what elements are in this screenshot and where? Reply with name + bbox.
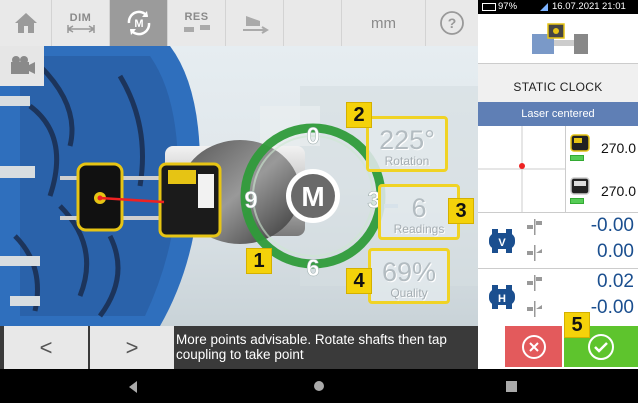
sensor-angle-row-top: 270.0 (566, 126, 638, 169)
status-date: 16.07.2021 (552, 1, 600, 12)
callout-badge-1: 1 (246, 248, 272, 274)
dimension-arrows-icon (66, 24, 95, 33)
back-icon[interactable] (126, 380, 140, 394)
sensor-angle-bottom: 270.0 (600, 182, 636, 199)
svg-text:H: H (498, 293, 506, 305)
move-machine-icon (242, 16, 269, 34)
help-icon: ? (440, 11, 464, 35)
device-status-bar: 97% 16.07.2021 21:01 (478, 0, 638, 14)
vertical-angularity-value: 0.00 (597, 241, 634, 262)
laser-status-label: Laser centered (478, 102, 638, 126)
horizontal-coupling-icon: H (489, 285, 515, 309)
next-button[interactable]: > (90, 326, 174, 369)
quality-box: 69% Quality (368, 248, 450, 304)
callout-badge-3: 3 (448, 198, 474, 224)
quality-label: Quality (390, 286, 428, 300)
callout-badge-2: 2 (346, 102, 372, 128)
rotation-value: 225° (379, 125, 435, 155)
readings-label: Readings (393, 222, 445, 236)
home-circle-icon[interactable] (313, 380, 325, 392)
cancel-button[interactable] (505, 326, 562, 367)
readings-value: 6 (411, 193, 427, 223)
status-message: More points advisable. Rotate shafts the… (176, 332, 447, 362)
previous-button[interactable]: < (4, 326, 88, 369)
status-time: 21:01 (602, 1, 626, 12)
clock-label-left: 9 (244, 187, 257, 214)
home-button[interactable] (0, 0, 52, 46)
signal-icon (540, 3, 548, 11)
machine-thumbnail[interactable] (478, 14, 638, 64)
horizontal-offset-value: 0.02 (597, 271, 634, 292)
measurement-mode-label: STATIC CLOCK (478, 64, 638, 102)
measurement-scene: 0 9 3 6 M 225° Rotation 6 Readings 69% Q… (0, 46, 478, 326)
units-button[interactable]: mm (342, 0, 426, 46)
laser-target-display (478, 126, 566, 212)
android-navigation-bar (0, 369, 638, 403)
results-label: RES (184, 10, 209, 23)
transducer-battery-icon (570, 198, 584, 204)
check-circle-icon (588, 333, 614, 360)
right-panel: 97% 16.07.2021 21:01 STATIC CLOCK Laser … (478, 0, 638, 369)
top-toolbar: DIM M RES mm ? (0, 0, 478, 46)
sensor-angle-top: 270.0 (600, 139, 636, 156)
battery-icon (482, 3, 496, 11)
battery-level: 97% (498, 1, 518, 12)
clock-label-bottom: 6 (306, 255, 319, 282)
laser-target-icon (478, 126, 566, 212)
offset-icon (527, 219, 542, 235)
app-window: DIM M RES mm ? 0 9 3 6 M 225° Rotation 6… (0, 0, 638, 403)
horizontal-angularity-value: -0.00 (590, 297, 634, 318)
callout-badge-5: 5 (564, 312, 590, 338)
angularity-icon (527, 301, 542, 317)
clock-label-top: 0 (306, 123, 319, 150)
sensor-battery-icon (570, 155, 584, 161)
angularity-icon (527, 245, 542, 261)
offset-icon (527, 275, 542, 291)
units-label: mm (371, 14, 396, 32)
home-icon (14, 13, 37, 33)
chevron-left-icon: < (39, 334, 53, 360)
svg-text:?: ? (448, 15, 457, 31)
sensor-icon (570, 134, 590, 152)
measure-rotation-icon: M (127, 10, 150, 36)
vertical-coupling-icon: V (489, 229, 515, 253)
rotation-box: 225° Rotation (366, 116, 448, 172)
results-button[interactable]: RES (168, 0, 226, 46)
camera-view-button[interactable] (0, 46, 44, 86)
callout-badge-4: 4 (346, 268, 372, 294)
measure-button[interactable]: M (110, 0, 168, 46)
center-logo-text: M (301, 181, 324, 212)
quality-value: 69% (381, 257, 437, 287)
dimensions-button[interactable]: DIM (52, 0, 110, 46)
horizontal-results-row[interactable]: H 0.02 -0.00 (478, 268, 638, 324)
move-button[interactable] (226, 0, 284, 46)
rotation-label: Rotation (384, 154, 430, 168)
vertical-offset-value: -0.00 (590, 215, 634, 236)
svg-text:M: M (134, 18, 143, 30)
chevron-right-icon: > (125, 334, 139, 360)
help-button[interactable]: ? (426, 0, 478, 46)
camera-icon (11, 56, 35, 74)
vertical-results-row[interactable]: V -0.00 0.00 (478, 212, 638, 268)
sensor-angle-row-bottom: 270.0 (566, 169, 638, 212)
results-coupling-icon (183, 24, 210, 32)
dimensions-label: DIM (69, 11, 92, 24)
action-buttons: 5 (478, 312, 638, 369)
machine-train-icon (532, 23, 588, 54)
transducer-icon (570, 177, 590, 195)
svg-text:V: V (498, 237, 506, 249)
close-circle-icon (521, 334, 546, 359)
recents-icon[interactable] (506, 381, 517, 392)
toolbar-empty-slot (284, 0, 342, 46)
bottom-message-bar: < > More points advisable. Rotate shafts… (0, 326, 478, 369)
